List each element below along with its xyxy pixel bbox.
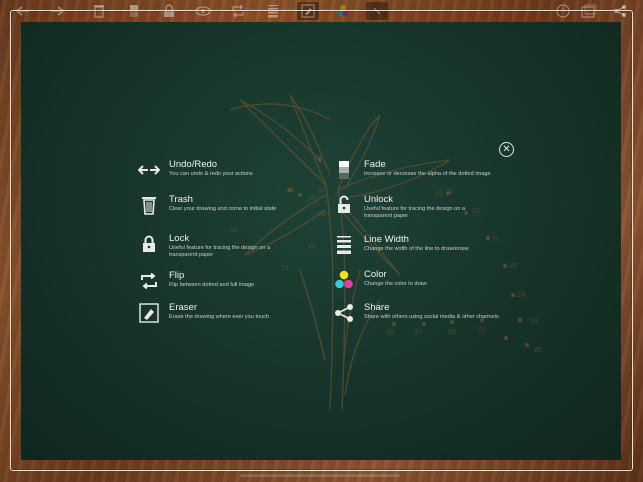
help-desc: Erase the drawing where ever you touch [169,314,270,320]
help-item-undo-redo: Undo/Redo You can undo & redo your actio… [138,159,253,181]
help-item-line-width: Line Width Change the width of the line … [333,234,469,256]
help-item-lock: Lock Useful feature for tracing the desi… [138,233,294,259]
help-desc: Share with others using social media & o… [364,314,499,320]
help-item-color: Color Change the color to draw [333,269,427,291]
help-title: Trash [169,194,193,205]
help-title: Fade [364,159,386,170]
help-item-flip: Flip Flip between dotted and full image [138,270,254,292]
drawing-board[interactable] [21,22,621,460]
help-item-unlock: Unlock Useful feature for tracing the de… [333,194,489,220]
close-help-button[interactable]: ✕ [499,142,514,157]
trash-icon [138,194,160,216]
help-title: Flip [169,270,185,281]
help-title: Undo/Redo [169,159,218,170]
help-desc: Change the width of the line to draw/era… [364,246,469,252]
help-title: Line Width [364,234,409,245]
help-desc: Increase or decrease the alpha of the do… [364,171,491,177]
help-desc: Useful feature for tracing the design on… [169,245,271,258]
home-indicator [240,474,400,477]
help-desc: Flip between dotted and full image [169,282,255,288]
help-item-fade: Fade Increase or decrease the alpha of t… [333,159,491,181]
help-desc: Useful feature for tracing the design on… [364,206,466,219]
help-item-share: Share Share with others using social med… [333,302,499,324]
eraser-icon [138,302,160,324]
fade-icon [333,159,355,181]
help-item-trash: Trash Clear your drawing and come to ini… [138,194,276,216]
close-icon: ✕ [502,143,511,155]
lock-icon [138,233,160,255]
undo-redo-icon [138,159,160,181]
line-width-icon [333,234,355,256]
help-title: Unlock [364,194,394,205]
help-desc: You can undo & redo your actions [169,171,253,177]
help-title: Lock [169,233,190,244]
help-title: Color [364,269,387,280]
help-item-eraser: Eraser Erase the drawing where ever you … [138,302,269,324]
unlock-icon [333,194,355,216]
help-desc: Change the color to draw [364,281,427,287]
help-title: Eraser [169,302,197,313]
help-title: Share [364,302,390,313]
color-icon [333,269,355,291]
share-icon [333,302,355,324]
flip-icon [138,270,160,292]
help-desc: Clear your drawing and come to initial s… [169,206,277,212]
